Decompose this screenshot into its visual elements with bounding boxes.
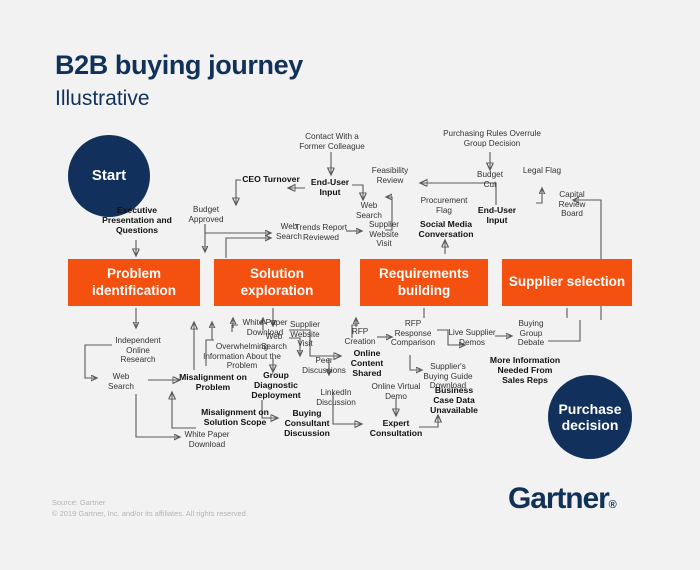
node-online-content-shared: Online Content Shared bbox=[350, 348, 384, 379]
stage-supplier-selection[interactable]: Supplier selection bbox=[502, 259, 632, 306]
node-social-media-conversation: Social Media Conversation bbox=[418, 219, 474, 240]
node-procurement-flag: Procurement Flag bbox=[420, 196, 468, 215]
node-linkedin-discussion: LinkedIn Discussion bbox=[316, 388, 356, 407]
node-rfp-response-comparison: RFP Response Comparison bbox=[390, 319, 436, 348]
node-end-user-input-left: End-User Input bbox=[310, 177, 350, 198]
node-contact-former-colleague: Contact With a Former Colleague bbox=[299, 132, 365, 151]
node-legal-flag: Legal Flag bbox=[522, 166, 562, 175]
node-executive-presentation: Executive Presentation and Questions bbox=[102, 205, 172, 236]
node-budget-approved: Budget Approved bbox=[188, 205, 224, 224]
node-expert-consultation: Expert Consultation bbox=[369, 418, 423, 439]
stage-problem-identification[interactable]: Problem identification bbox=[68, 259, 200, 306]
node-capital-review-board: Capital Review Board bbox=[558, 190, 586, 219]
node-group-diagnostic-deployment: Group Diagnostic Deployment bbox=[251, 370, 301, 401]
node-live-supplier-demos: Live Supplier Demos bbox=[448, 328, 496, 347]
node-end-user-input-right: End-User Input bbox=[477, 205, 517, 226]
diagram-canvas: B2B buying journey Illustrative Start Pu… bbox=[0, 0, 700, 570]
node-web-search-top-mid: Web Search bbox=[356, 201, 382, 220]
node-budget-cut: Budget Cut bbox=[477, 170, 503, 189]
node-misalignment-on-solution-scope: Misalignment on Solution Scope bbox=[201, 407, 269, 428]
node-web-search-bottom-left: Web Search bbox=[108, 372, 134, 391]
node-peer-discussions: Peer Discussions bbox=[302, 356, 346, 375]
node-white-paper-download-left: White Paper Download bbox=[184, 430, 230, 449]
node-feasibility-review: Feasibility Review bbox=[371, 166, 409, 185]
node-misalignment-on-problem: Misalignment on Problem bbox=[179, 372, 247, 393]
node-buying-consultant-discussion: Buying Consultant Discussion bbox=[284, 408, 330, 439]
node-business-case-data-unavailable: Business Case Data Unavailable bbox=[430, 385, 478, 416]
node-purchasing-rules-overrule: Purchasing Rules Overrule Group Decision bbox=[443, 129, 541, 148]
node-online-virtual-demo: Online Virtual Demo bbox=[371, 382, 421, 401]
node-more-information-needed: More Information Needed From Sales Reps bbox=[489, 355, 561, 386]
stage-solution-exploration[interactable]: Solution exploration bbox=[214, 259, 340, 306]
node-ceo-turnover: CEO Turnover bbox=[242, 174, 300, 184]
node-supplier-website-visit-top: Supplier Website Visit bbox=[368, 220, 400, 249]
node-trends-report-reviewed: Trends Report Reviewed bbox=[294, 223, 348, 242]
node-buying-group-debate: Buying Group Debate bbox=[517, 319, 545, 348]
node-rfp-creation: RFP Creation bbox=[344, 327, 376, 346]
node-independent-online-research: Independent Online Research bbox=[115, 336, 161, 365]
node-supplier-website-visit-bottom: Supplier Website Visit bbox=[289, 320, 321, 349]
stage-requirements-building[interactable]: Requirements building bbox=[360, 259, 488, 306]
